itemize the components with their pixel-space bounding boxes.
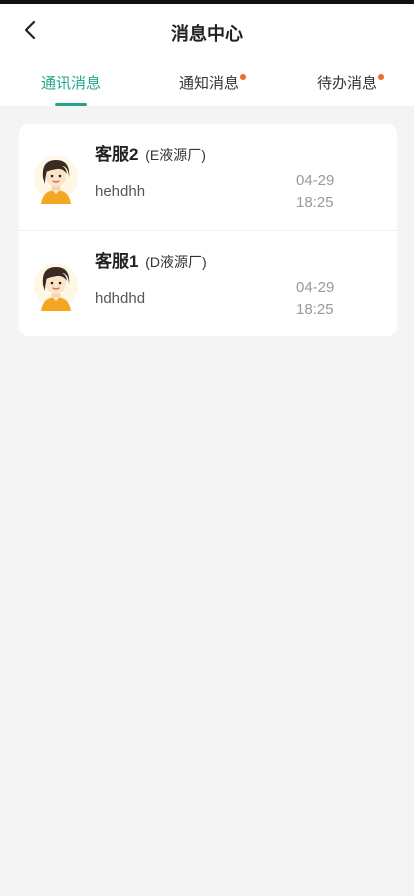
message-item[interactable]: 客服2 (E液源厂) hehdhh 04-29 18:25 (19, 124, 397, 230)
female-avatar-icon (34, 263, 78, 311)
contact-company: (D液源厂) (145, 254, 207, 270)
female-avatar-icon (34, 156, 78, 204)
tab-label-wrap: 待办消息 (316, 74, 384, 92)
message-preview: hehdhh (95, 183, 146, 200)
contact-name: 客服1 (D液源厂) (95, 247, 207, 272)
message-time: 18:25 (296, 194, 334, 211)
message-date: 04-29 (296, 279, 335, 296)
tab-bar: 通讯消息 通知消息 待办消息 (0, 60, 414, 106)
tab-label-wrap: 通知消息 (178, 74, 246, 92)
message-date: 04-29 (296, 172, 335, 189)
unread-badge (378, 74, 384, 80)
message-time: 18:25 (296, 301, 334, 318)
tab-label: 通讯消息 (40, 75, 101, 92)
message-preview: hdhdhd (95, 290, 146, 307)
contact-name: 客服2 (E液源厂) (95, 140, 206, 165)
tab-label: 待办消息 (316, 75, 377, 92)
contact-name-text: 客服1 (95, 252, 139, 271)
message-list: 客服2 (E液源厂) hehdhh 04-29 18:25 客服1 (D液源厂)… (19, 124, 397, 336)
message-timestamp: 04-29 18:25 (296, 170, 356, 214)
unread-badge (240, 74, 246, 80)
tab-communication[interactable]: 通讯消息 (40, 72, 102, 106)
tab-label: 通知消息 (178, 75, 239, 92)
header: 消息中心 (0, 4, 414, 60)
contact-company: (E液源厂) (145, 147, 206, 163)
active-tab-indicator (55, 103, 87, 106)
message-timestamp: 04-29 18:25 (296, 277, 356, 321)
contact-name-text: 客服2 (95, 145, 139, 164)
message-item[interactable]: 客服1 (D液源厂) hdhdhd 04-29 18:25 (19, 230, 397, 336)
page-title: 消息中心 (171, 24, 243, 44)
tab-todo[interactable]: 待办消息 (316, 72, 384, 106)
tab-notification[interactable]: 通知消息 (178, 72, 246, 106)
